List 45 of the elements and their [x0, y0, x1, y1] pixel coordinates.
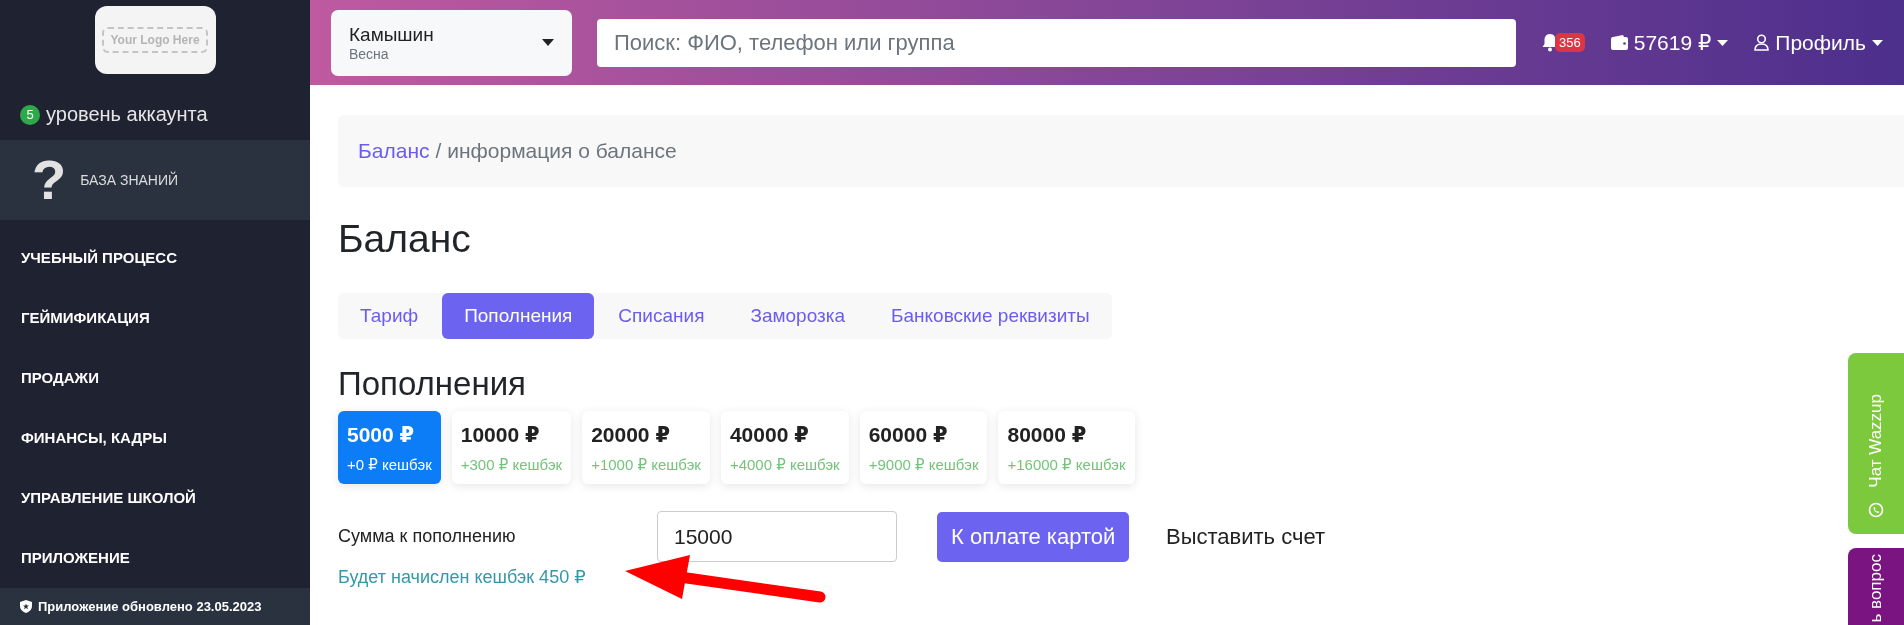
breadcrumb-link[interactable]: Баланс	[358, 139, 430, 163]
caret-icon	[1717, 39, 1729, 46]
amount-option[interactable]: 40000 ₽ +4000 ₽ кешбэк	[720, 411, 849, 484]
caret-icon	[1871, 39, 1883, 46]
amount-option[interactable]: 80000 ₽ +16000 ₽ кешбэк	[998, 411, 1135, 484]
shield-icon	[20, 599, 32, 613]
amount-option[interactable]: 10000 ₽ +300 ₽ кешбэк	[451, 411, 572, 484]
caret-icon	[542, 39, 554, 46]
tab[interactable]: Заморозка	[728, 293, 868, 339]
knowledge-base-item[interactable]: ? БАЗА ЗНАНИЙ	[0, 140, 310, 220]
notification-count: 356	[1555, 33, 1585, 52]
tab[interactable]: Тариф	[338, 293, 441, 339]
level-badge: 5	[20, 104, 40, 125]
balance-menu[interactable]: 57619 ₽	[1610, 30, 1729, 55]
sidebar-item[interactable]: ПРОДАЖИ	[0, 347, 310, 408]
invoice-button[interactable]: Выставить счет	[1166, 523, 1325, 550]
tab[interactable]: Банковские реквизиты	[869, 293, 1112, 339]
pay-by-card-button[interactable]: К оплате картой	[937, 511, 1130, 562]
side-tab[interactable]: ь вопрос	[1848, 548, 1904, 625]
amount-label: Сумма к пополнению	[338, 526, 517, 547]
profile-menu[interactable]: Профиль	[1754, 30, 1883, 55]
update-notice: Приложение обновлено 23.05.2023	[38, 598, 262, 614]
amount-option[interactable]: 20000 ₽ +1000 ₽ кешбэк	[582, 411, 710, 484]
amount-option[interactable]: 5000 ₽ +0 ₽ кешбэк	[338, 411, 441, 484]
tab[interactable]: Списания	[596, 293, 727, 339]
sidebar-item[interactable]: УЧЕБНЫЙ ПРОЦЕСС	[0, 227, 310, 288]
cashback-note: Будет начислен кешбэк 450 ₽	[338, 566, 587, 588]
sidebar-item[interactable]: ГЕЙМИФИКАЦИЯ	[0, 287, 310, 348]
logo-text: Your Logo Here	[102, 27, 208, 53]
question-icon: ?	[32, 152, 67, 209]
sidebar-item[interactable]: ФИНАНСЫ, КАДРЫ	[0, 407, 310, 468]
sidebar-item[interactable]: ПРИЛОЖЕНИЕ	[0, 527, 310, 588]
amount-option[interactable]: 60000 ₽ +9000 ₽ кешбэк	[859, 411, 988, 484]
amount-input[interactable]: 15000	[657, 511, 897, 562]
page-title: Баланс	[338, 217, 472, 261]
tab[interactable]: Пополнения	[442, 293, 595, 339]
breadcrumb-current: / информация о балансе	[435, 139, 677, 163]
search-field[interactable]: Поиск: ФИО, телефон или группа	[597, 18, 1516, 67]
knowledge-base-label: БАЗА ЗНАНИЙ	[80, 172, 179, 189]
wallet-icon	[1610, 35, 1628, 50]
user-icon	[1754, 34, 1770, 51]
chat-icon	[1868, 502, 1884, 518]
branch-select[interactable]: Камышин Весна	[331, 9, 572, 76]
level-label: уровень аккаунта	[46, 103, 208, 127]
sidebar-item[interactable]: УПРАВЛЕНИЕ ШКОЛОЙ	[0, 467, 310, 528]
